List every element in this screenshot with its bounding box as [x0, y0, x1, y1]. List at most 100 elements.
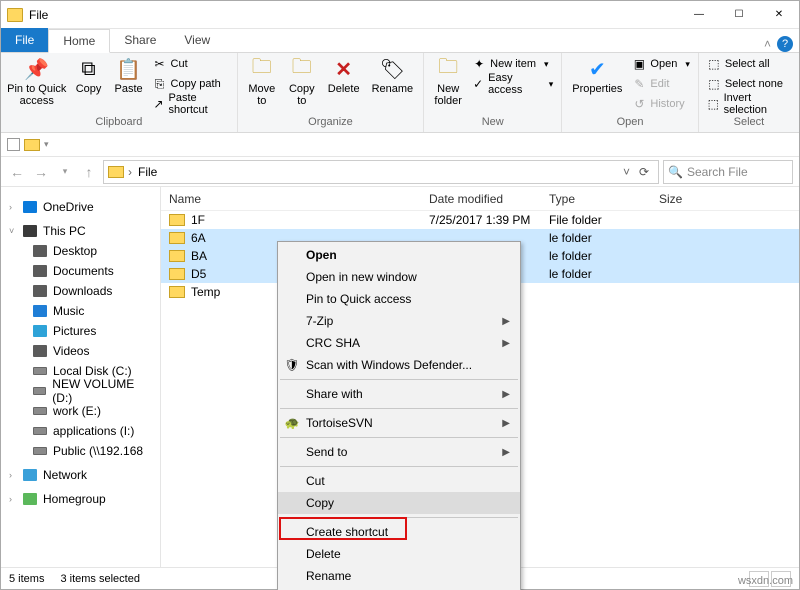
context-menu: Open Open in new window Pin to Quick acc…	[277, 241, 521, 590]
chevron-right-icon[interactable]: ›	[128, 165, 132, 179]
copy-to-icon: 🗀	[290, 57, 314, 81]
path-icon: ⎘	[153, 77, 167, 92]
col-name[interactable]: Name	[161, 192, 421, 206]
group-open: ✔ Properties ▣Open▾ ✎Edit ↺History Open	[562, 53, 699, 132]
nav-music[interactable]: Music	[1, 301, 160, 321]
col-size[interactable]: Size	[651, 192, 711, 206]
open-icon: ▣	[632, 57, 646, 71]
select-all-checkbox[interactable]	[7, 138, 20, 151]
nav-new-volume[interactable]: NEW VOLUME (D:)	[1, 381, 160, 401]
move-to-button[interactable]: 🗀 Move to	[244, 55, 280, 109]
file-type: le folder	[541, 267, 651, 281]
separator	[280, 466, 518, 467]
nav-homegroup[interactable]: ›Homegroup	[1, 489, 160, 509]
tab-home[interactable]: Home	[48, 29, 110, 53]
qat-chevron-icon[interactable]: ▾	[44, 139, 49, 150]
pin-to-quick-access-button[interactable]: 📌 Pin to Quick access	[7, 55, 67, 109]
drive-icon	[33, 387, 47, 395]
ctx-7zip[interactable]: 7-Zip▶	[278, 310, 520, 332]
file-type: le folder	[541, 231, 651, 245]
file-name: 6A	[191, 231, 206, 245]
table-row[interactable]: 1F7/25/2017 1:39 PMFile folder	[161, 211, 799, 229]
invert-selection-button[interactable]: ⬚Invert selection	[705, 95, 793, 113]
nav-downloads[interactable]: Downloads	[1, 281, 160, 301]
ctx-copy[interactable]: Copy	[278, 492, 520, 514]
homegroup-icon	[23, 493, 37, 505]
help-icon[interactable]: ?	[777, 36, 793, 52]
forward-button[interactable]: →	[31, 164, 51, 180]
easy-access-button[interactable]: ✓Easy access▾	[470, 75, 555, 93]
nav-this-pc[interactable]: ˅This PC	[1, 221, 160, 241]
rename-button[interactable]: 🏷 Rename	[368, 55, 418, 97]
select-none-icon: ⬚	[707, 77, 721, 91]
copy-path-button[interactable]: ⎘Copy path	[151, 75, 231, 93]
copy-button[interactable]: ⧉ Copy	[71, 55, 107, 97]
col-date[interactable]: Date modified	[421, 192, 541, 206]
file-type: File folder	[541, 213, 651, 227]
folder-icon	[108, 166, 124, 178]
edit-button: ✎Edit	[630, 75, 691, 93]
ctx-delete[interactable]: Delete	[278, 543, 520, 565]
back-button[interactable]: ←	[7, 164, 27, 180]
ctx-share-with[interactable]: Share with▶	[278, 383, 520, 405]
ctx-open[interactable]: Open	[278, 244, 520, 266]
refresh-icon[interactable]: ⟳	[634, 165, 654, 179]
paste-shortcut-button[interactable]: ↗Paste shortcut	[151, 95, 231, 113]
quick-access-toolbar: ▾	[1, 133, 799, 157]
tab-view[interactable]: View	[170, 28, 224, 52]
ribbon-tabs: File Home Share View ˄ ?	[1, 29, 799, 53]
cut-button[interactable]: ✂Cut	[151, 55, 231, 73]
nav-applications-i[interactable]: applications (I:)	[1, 421, 160, 441]
ctx-crc-sha[interactable]: CRC SHA▶	[278, 332, 520, 354]
new-folder-button[interactable]: 🗀 New folder	[430, 55, 466, 109]
properties-button[interactable]: ✔ Properties	[568, 55, 626, 97]
status-item-count: 5 items	[9, 573, 44, 585]
nav-onedrive[interactable]: ›OneDrive	[1, 197, 160, 217]
nav-network[interactable]: ›Network	[1, 465, 160, 485]
ctx-open-new-window[interactable]: Open in new window	[278, 266, 520, 288]
minimize-button[interactable]: —	[679, 1, 719, 29]
ctx-tortoisesvn[interactable]: 🐢TortoiseSVN▶	[278, 412, 520, 434]
close-button[interactable]: ✕	[759, 1, 799, 29]
paste-button[interactable]: 📋 Paste	[111, 55, 147, 97]
tab-share[interactable]: Share	[110, 28, 170, 52]
nav-pictures[interactable]: Pictures	[1, 321, 160, 341]
ctx-cut[interactable]: Cut	[278, 470, 520, 492]
shield-icon: 🛡	[284, 357, 300, 373]
select-all-button[interactable]: ⬚Select all	[705, 55, 793, 73]
column-headers[interactable]: Name Date modified Type Size	[161, 187, 799, 211]
address-input[interactable]	[136, 164, 619, 180]
onedrive-icon	[23, 201, 37, 213]
ctx-defender[interactable]: 🛡Scan with Windows Defender...	[278, 354, 520, 376]
ctx-rename[interactable]: Rename	[278, 565, 520, 587]
maximize-button[interactable]: ☐	[719, 1, 759, 29]
select-none-button[interactable]: ⬚Select none	[705, 75, 793, 93]
collapse-ribbon-icon[interactable]: ˄	[764, 37, 771, 51]
search-placeholder: Search File	[687, 165, 748, 179]
new-item-button[interactable]: ✦New item▾	[470, 55, 555, 73]
nav-desktop[interactable]: Desktop	[1, 241, 160, 261]
ctx-send-to[interactable]: Send to▶	[278, 441, 520, 463]
videos-icon	[33, 345, 47, 357]
chevron-down-icon[interactable]: ˅	[623, 165, 630, 179]
nav-public-share[interactable]: Public (\\192.168	[1, 441, 160, 461]
search-box[interactable]: 🔍 Search File	[663, 160, 793, 184]
up-button[interactable]: ↑	[79, 164, 99, 180]
navigation-pane: ›OneDrive ˅This PC Desktop Documents Dow…	[1, 187, 161, 567]
file-name: D5	[191, 267, 206, 281]
copy-to-button[interactable]: 🗀 Copy to	[284, 55, 320, 109]
delete-button[interactable]: ✕ Delete	[324, 55, 364, 97]
nav-videos[interactable]: Videos	[1, 341, 160, 361]
ctx-create-shortcut[interactable]: Create shortcut	[278, 521, 520, 543]
address-bar[interactable]: › ˅ ⟳	[103, 160, 659, 184]
chevron-right-icon: ▶	[502, 338, 510, 349]
tab-file[interactable]: File	[1, 28, 48, 52]
chevron-right-icon: ▶	[502, 389, 510, 400]
watermark: wsxdn.com	[738, 575, 793, 587]
col-type[interactable]: Type	[541, 192, 651, 206]
ctx-pin-quick-access[interactable]: Pin to Quick access	[278, 288, 520, 310]
open-button[interactable]: ▣Open▾	[630, 55, 691, 73]
nav-documents[interactable]: Documents	[1, 261, 160, 281]
recent-locations-button[interactable]: ▾	[55, 166, 75, 177]
easy-access-icon: ✓	[472, 77, 484, 91]
